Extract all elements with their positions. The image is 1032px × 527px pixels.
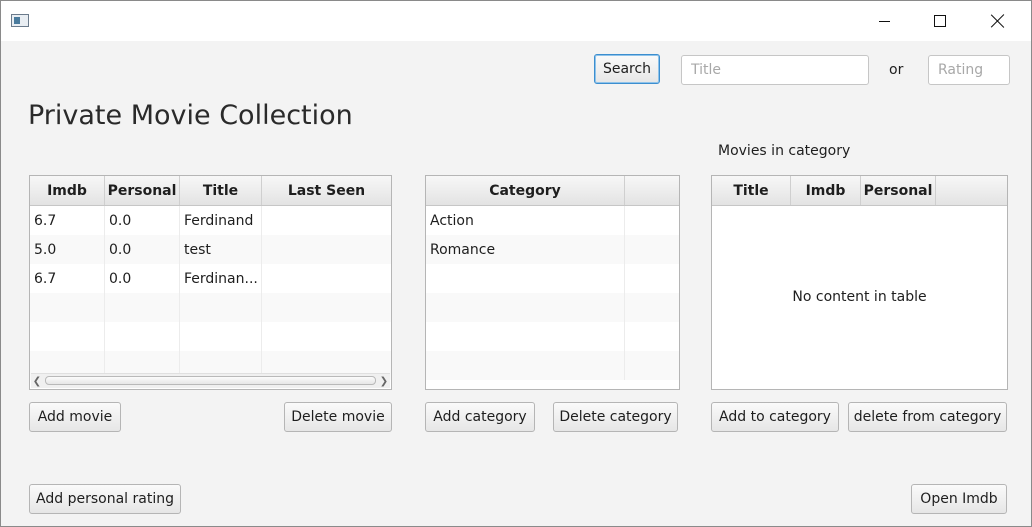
app-window-icon <box>11 14 29 27</box>
cell-personal: 0.0 <box>105 235 180 264</box>
add-movie-button[interactable]: Add movie <box>29 402 121 432</box>
column-header-title[interactable]: Title <box>712 176 791 205</box>
empty-table-row <box>426 293 679 322</box>
title-search-input[interactable] <box>681 55 869 85</box>
rating-search-input[interactable] <box>928 55 1010 85</box>
cell-title: Ferdinand <box>180 206 262 235</box>
table-row[interactable]: Romance <box>426 235 679 264</box>
empty-table-message: No content in table <box>792 289 927 305</box>
empty-table-row <box>30 322 391 351</box>
empty-table-row <box>30 293 391 322</box>
delete-from-category-button[interactable]: delete from category <box>848 402 1007 432</box>
cell-last-seen <box>262 235 391 264</box>
delete-category-button[interactable]: Delete category <box>553 402 678 432</box>
column-header-category[interactable]: Category <box>426 176 625 205</box>
empty-table-row <box>426 264 679 293</box>
maximize-button[interactable] <box>917 1 963 41</box>
minimize-icon <box>878 20 890 22</box>
close-button[interactable] <box>975 1 1021 41</box>
close-icon <box>991 14 1005 28</box>
table-row[interactable]: 5.0 0.0 test <box>30 235 391 264</box>
page-title: Private Movie Collection <box>28 100 353 131</box>
column-header-imdb[interactable]: Imdb <box>791 176 861 205</box>
delete-movie-button[interactable]: Delete movie <box>284 402 392 432</box>
cell-personal: 0.0 <box>105 206 180 235</box>
category-table-header: Category <box>426 176 679 206</box>
app-window: Search or Private Movie Collection Movie… <box>0 0 1032 527</box>
search-button[interactable]: Search <box>594 54 660 84</box>
movies-table: Imdb Personal Title Last Seen 6.7 0.0 Fe… <box>29 175 392 390</box>
column-header-imdb[interactable]: Imdb <box>30 176 105 205</box>
cell-imdb: 5.0 <box>30 235 105 264</box>
minimize-button[interactable] <box>861 1 907 41</box>
cell-imdb: 6.7 <box>30 206 105 235</box>
cell-last-seen <box>262 206 391 235</box>
cell-last-seen <box>262 264 391 293</box>
cell-title: test <box>180 235 262 264</box>
column-header-personal[interactable]: Personal <box>861 176 936 205</box>
category-table: Category Action Romance <box>425 175 680 390</box>
column-header-filler <box>625 176 679 205</box>
add-category-button[interactable]: Add category <box>425 402 535 432</box>
or-label: or <box>889 62 904 78</box>
cell-imdb: 6.7 <box>30 264 105 293</box>
movies-in-category-label: Movies in category <box>718 143 851 159</box>
table-row[interactable]: 6.7 0.0 Ferdinan... <box>30 264 391 293</box>
movies-table-body: 6.7 0.0 Ferdinand 5.0 0.0 test 6.7 0.0 F… <box>30 206 391 380</box>
category-table-body: Action Romance <box>426 206 679 380</box>
cell-category: Action <box>426 206 625 235</box>
scroll-left-icon[interactable]: ❮ <box>31 374 43 388</box>
add-to-category-button[interactable]: Add to category <box>711 402 839 432</box>
horizontal-scrollbar[interactable]: ❮ ❯ <box>31 373 390 388</box>
column-header-filler <box>936 176 1007 205</box>
column-header-personal[interactable]: Personal <box>105 176 180 205</box>
column-header-title[interactable]: Title <box>180 176 262 205</box>
empty-table-row <box>426 322 679 351</box>
table-row[interactable]: 6.7 0.0 Ferdinand <box>30 206 391 235</box>
maximize-icon <box>934 15 946 27</box>
cell-personal: 0.0 <box>105 264 180 293</box>
cell-category: Romance <box>426 235 625 264</box>
category-movies-table-header: Title Imdb Personal <box>712 176 1007 206</box>
scrollbar-thumb[interactable] <box>45 376 376 385</box>
empty-table-row <box>426 351 679 380</box>
cell-title: Ferdinan... <box>180 264 262 293</box>
column-header-last-seen[interactable]: Last Seen <box>262 176 391 205</box>
table-row[interactable]: Action <box>426 206 679 235</box>
scroll-right-icon[interactable]: ❯ <box>378 374 390 388</box>
title-bar <box>1 1 1031 41</box>
category-movies-table: Title Imdb Personal No content in table <box>711 175 1008 390</box>
open-imdb-button[interactable]: Open Imdb <box>911 484 1007 514</box>
add-personal-rating-button[interactable]: Add personal rating <box>29 484 181 514</box>
movies-table-header: Imdb Personal Title Last Seen <box>30 176 391 206</box>
